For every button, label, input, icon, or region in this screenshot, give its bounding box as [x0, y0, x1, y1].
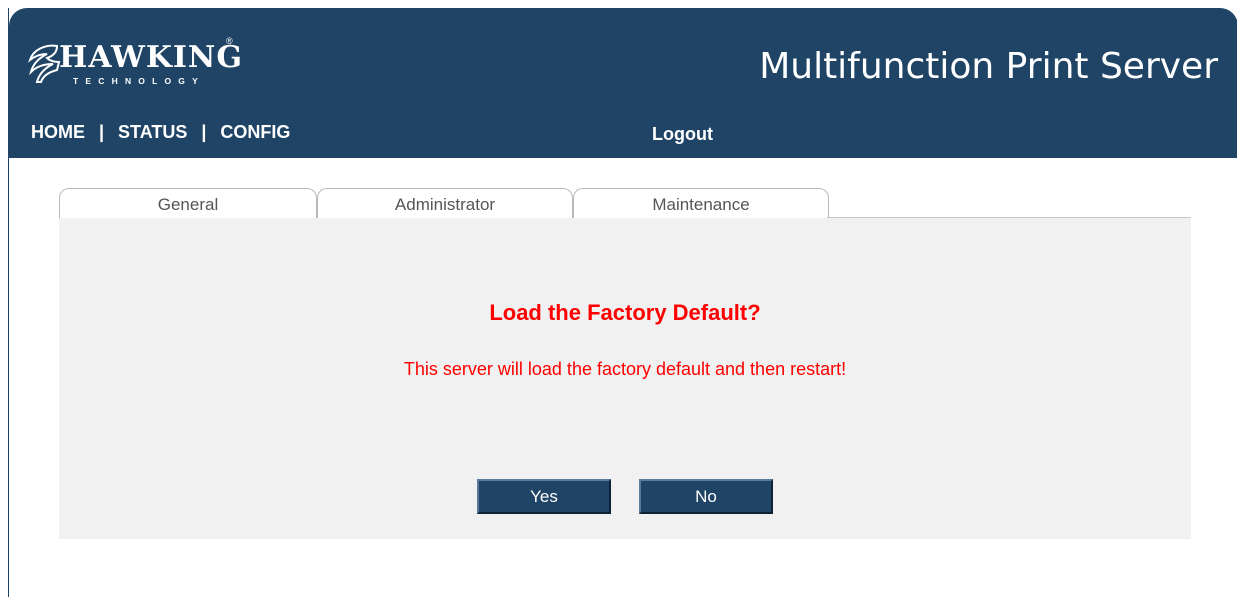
main-nav: HOME | STATUS | CONFIG	[31, 122, 290, 143]
product-title: Multifunction Print Server	[759, 46, 1218, 87]
tab-bar: General Administrator Maintenance	[59, 184, 1191, 218]
registered-mark: ®	[226, 36, 233, 46]
logout-link[interactable]: Logout	[652, 124, 713, 145]
nav-home-link[interactable]: HOME	[31, 122, 85, 142]
dialog-message: This server will load the factory defaul…	[403, 359, 847, 379]
nav-status-link[interactable]: STATUS	[118, 122, 187, 142]
factory-default-panel: Load the Factory Default? This server wi…	[59, 218, 1191, 539]
logo-subtitle: TECHNOLOGY	[73, 76, 205, 86]
dialog-title: Load the Factory Default?	[489, 300, 761, 325]
yes-button[interactable]: Yes	[477, 479, 611, 514]
no-button[interactable]: No	[639, 479, 773, 514]
header-bar: HAWKING ® TECHNOLOGY Multifunction Print…	[9, 8, 1237, 158]
logo-wordmark: HAWKING	[59, 40, 243, 75]
tab-administrator[interactable]: Administrator	[317, 188, 573, 218]
hawking-logo: HAWKING ® TECHNOLOGY	[27, 36, 247, 96]
hawk-icon	[28, 44, 61, 83]
nav-separator: |	[99, 122, 105, 142]
nav-separator: |	[201, 122, 207, 142]
page-frame: HAWKING ® TECHNOLOGY Multifunction Print…	[8, 8, 1237, 597]
tab-maintenance[interactable]: Maintenance	[573, 188, 829, 218]
nav-config-link[interactable]: CONFIG	[220, 122, 290, 142]
tab-general[interactable]: General	[59, 188, 317, 218]
